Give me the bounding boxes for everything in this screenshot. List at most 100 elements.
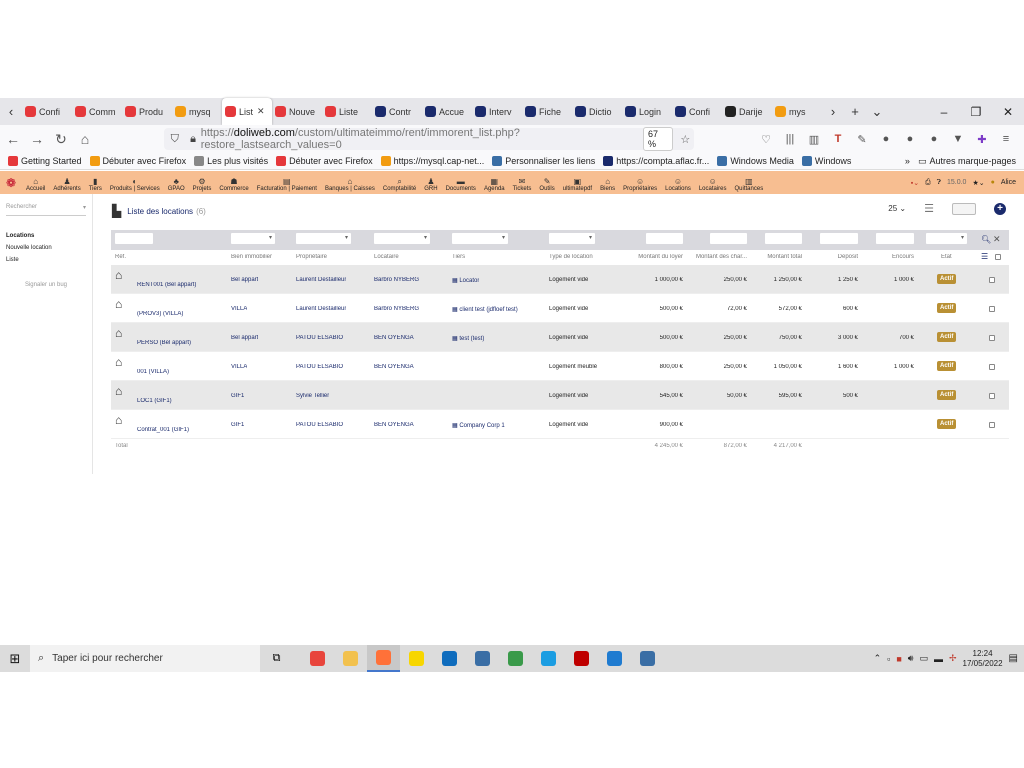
cell-proprietaire[interactable]: Laurent Destailleur bbox=[296, 306, 346, 312]
taskbar-app-explorer-icon[interactable] bbox=[334, 645, 367, 672]
top-menu-item[interactable]: ▥ Quittances bbox=[731, 177, 768, 194]
url-bar[interactable]: ⛉ 🔒︎ https://doliweb.com/custom/ultimate… bbox=[164, 127, 694, 151]
cell-locataire[interactable]: Barbro NYBERG bbox=[374, 306, 419, 312]
col-proprietaire[interactable]: Propriétaire bbox=[296, 254, 327, 260]
cell-tiers-link[interactable]: ▦ client test (jdfloef test) bbox=[452, 306, 518, 313]
col-total[interactable]: Montant total bbox=[751, 254, 802, 260]
taskbar-app-vscode-icon[interactable] bbox=[598, 645, 631, 672]
bookmark-item[interactable]: Débuter avec Firefox bbox=[276, 156, 373, 166]
top-menu-item[interactable]: ♟ Adhérents bbox=[49, 177, 84, 194]
col-etat[interactable]: État bbox=[941, 254, 952, 260]
tab-scroll-right-icon[interactable]: › bbox=[822, 104, 844, 119]
url-text[interactable]: https://doliweb.com/custom/ultimateimmo/… bbox=[201, 127, 643, 151]
cell-locataire[interactable]: BEN OYENGA bbox=[374, 335, 414, 341]
col-ref[interactable]: Réf. bbox=[115, 254, 126, 260]
tray-app-icon[interactable]: ▫ bbox=[887, 654, 890, 664]
flag-icon[interactable]: ▪⌄ bbox=[911, 179, 919, 187]
cell-proprietaire[interactable]: Sylvie Tellier bbox=[296, 393, 329, 399]
house-icon[interactable]: ⌂ bbox=[115, 384, 122, 398]
display-icon[interactable]: ▭ bbox=[919, 653, 928, 664]
top-menu-item[interactable]: ◐ Produits | Services bbox=[106, 177, 164, 194]
browser-tab[interactable]: mysq bbox=[172, 98, 222, 125]
browser-tab[interactable]: Confi bbox=[22, 98, 72, 125]
top-menu-item[interactable]: ▤ Facturation | Paiement bbox=[253, 177, 321, 194]
library-icon[interactable]: ||| bbox=[778, 133, 802, 146]
sidebar-item-locations[interactable]: Locations bbox=[6, 230, 86, 242]
bookmark-item[interactable]: https://compta.aflac.fr... bbox=[603, 156, 709, 166]
browser-tab[interactable]: Nouve bbox=[272, 98, 322, 125]
dolibarr-logo-icon[interactable]: ❁ bbox=[0, 171, 22, 194]
tray-chevron-icon[interactable]: ⌃ bbox=[874, 653, 882, 664]
eyedropper-icon[interactable]: ✎ bbox=[850, 133, 874, 146]
cell-bien[interactable]: Bel appart bbox=[231, 335, 258, 341]
col-bien[interactable]: Bien immobilier bbox=[231, 254, 272, 260]
user-name[interactable]: Alice bbox=[1001, 179, 1016, 186]
cell-bien[interactable]: GIF1 bbox=[231, 422, 244, 428]
house-icon[interactable]: ⌂ bbox=[115, 413, 122, 427]
filter-total-input[interactable] bbox=[765, 233, 802, 244]
page-size-select[interactable]: 25 ⌄ bbox=[888, 204, 906, 213]
filter-tiers-select[interactable] bbox=[452, 233, 508, 244]
filter-type-select[interactable] bbox=[549, 233, 595, 244]
bookmark-item[interactable]: https://mysql.cap-net... bbox=[380, 156, 484, 166]
taskbar-search[interactable]: ⌕ Taper ici pour rechercher bbox=[30, 645, 260, 672]
cell-proprietaire[interactable]: PATOU ELSABIO bbox=[296, 422, 343, 428]
top-menu-item[interactable]: ▬ Documents bbox=[442, 177, 480, 194]
house-icon[interactable]: ⌂ bbox=[115, 326, 122, 340]
extension-icon[interactable]: ● bbox=[898, 133, 922, 146]
bookmark-star-icon[interactable]: ☆ bbox=[677, 133, 694, 146]
filter-bien-select[interactable] bbox=[231, 233, 275, 244]
browser-tab[interactable]: Accue bbox=[422, 98, 472, 125]
more-bookmarks-icon[interactable]: » bbox=[905, 156, 910, 166]
filter-etat-select[interactable] bbox=[926, 233, 967, 244]
row-checkbox[interactable] bbox=[989, 306, 995, 312]
taskbar-app-chrome-icon[interactable] bbox=[301, 645, 334, 672]
cell-locataire[interactable]: Barbro NYBERG bbox=[374, 277, 419, 283]
cell-bien[interactable]: VILLA bbox=[231, 364, 247, 370]
restore-icon[interactable]: ❐ bbox=[960, 105, 992, 119]
cell-bien[interactable]: GIF1 bbox=[231, 393, 244, 399]
filter-proprietaire-select[interactable] bbox=[296, 233, 351, 244]
browser-tab[interactable]: Comm bbox=[72, 98, 122, 125]
row-checkbox[interactable] bbox=[989, 335, 995, 341]
battery-icon[interactable]: ▬ bbox=[934, 654, 943, 664]
browser-tab[interactable]: Fiche bbox=[522, 98, 572, 125]
top-menu-item[interactable]: ⚙ Projets bbox=[189, 177, 216, 194]
top-menu-item[interactable]: ▦ Agenda bbox=[480, 177, 509, 194]
top-menu-item[interactable]: ✎ Outils bbox=[535, 177, 558, 194]
filter-loyer-input[interactable] bbox=[646, 233, 683, 244]
back-icon[interactable]: ← bbox=[2, 131, 24, 147]
house-icon[interactable]: ⌂ bbox=[115, 355, 122, 369]
col-encours[interactable]: Encours bbox=[867, 254, 914, 260]
help-icon[interactable]: ❓︎ bbox=[937, 179, 941, 187]
user-avatar-icon[interactable]: ● bbox=[991, 179, 995, 186]
taskbar-app-network2-icon[interactable] bbox=[631, 645, 664, 672]
tray-red-icon[interactable]: ■ bbox=[896, 654, 901, 664]
top-menu-item[interactable]: ♟ GRH bbox=[420, 177, 441, 194]
cell-ref-link[interactable]: (PROV3) (VILLA) bbox=[137, 311, 183, 317]
bookmark-item[interactable]: Personnaliser les liens bbox=[492, 156, 595, 166]
bookmark-item[interactable]: Les plus visités bbox=[194, 156, 268, 166]
cell-bien[interactable]: VILLA bbox=[231, 306, 247, 312]
browser-tab[interactable]: Interv bbox=[472, 98, 522, 125]
taskbar-app-outlook-icon[interactable] bbox=[433, 645, 466, 672]
browser-tab[interactable]: Login bbox=[622, 98, 672, 125]
forward-icon[interactable]: → bbox=[26, 131, 48, 147]
pinterest-icon[interactable]: ● bbox=[922, 133, 946, 146]
taskbar-app-firefox-icon[interactable] bbox=[367, 645, 400, 672]
tab-scroll-left-icon[interactable]: ‹ bbox=[0, 104, 22, 119]
sidebar-item-list[interactable]: Liste bbox=[6, 254, 86, 266]
abp-icon[interactable]: ● bbox=[874, 133, 898, 146]
clock[interactable]: 12:24 17/05/2022 bbox=[963, 649, 1003, 669]
windows-start-icon[interactable]: ⊞ bbox=[0, 651, 30, 667]
cell-ref-link[interactable]: LOC1 (GIF1) bbox=[137, 398, 172, 404]
cell-proprietaire[interactable]: Laurent Destailleur bbox=[296, 277, 346, 283]
row-checkbox[interactable] bbox=[989, 393, 995, 399]
taskbar-app-filezilla-icon[interactable] bbox=[565, 645, 598, 672]
shield-icon[interactable]: ⛉ bbox=[167, 133, 182, 146]
cell-locataire[interactable]: BEN OYENGA bbox=[374, 364, 414, 370]
filter-deposit-input[interactable] bbox=[820, 233, 858, 244]
cell-proprietaire[interactable]: PATOU ELSABIO bbox=[296, 335, 343, 341]
bookmark-item[interactable]: Windows Media bbox=[717, 156, 794, 166]
browser-tab[interactable]: Produ bbox=[122, 98, 172, 125]
